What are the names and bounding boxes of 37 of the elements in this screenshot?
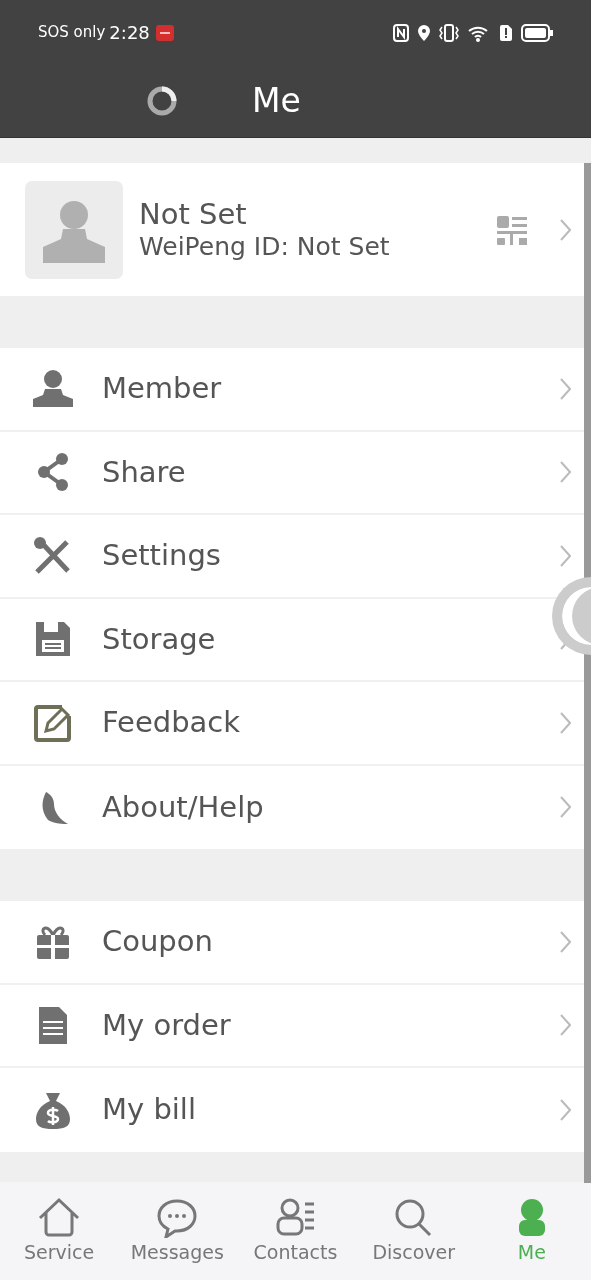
chevron-right-icon bbox=[559, 1097, 571, 1122]
person-icon bbox=[32, 367, 74, 410]
menu-item[interactable]: Settings bbox=[0, 515, 584, 599]
menu-item[interactable]: Coupon bbox=[0, 901, 584, 985]
chevron-right-icon bbox=[559, 929, 571, 954]
profile-id: WeiPeng ID: Not Set bbox=[139, 231, 391, 262]
chevron-right-icon bbox=[559, 376, 571, 401]
profile-name: Not Set bbox=[139, 197, 248, 232]
qr-code-icon bbox=[497, 213, 529, 246]
menu-item[interactable]: My bill bbox=[0, 1068, 584, 1152]
chevron-right-icon bbox=[559, 710, 571, 735]
tab[interactable]: Discover bbox=[354, 1195, 473, 1267]
carrier-text: SOS only bbox=[38, 22, 106, 44]
profile-row[interactable]: Not Set WeiPeng ID: Not Set bbox=[0, 163, 584, 296]
tab[interactable]: Contacts bbox=[236, 1195, 355, 1267]
sim-alert-icon bbox=[499, 23, 513, 42]
vibrate-icon bbox=[439, 22, 459, 43]
tab[interactable]: Service bbox=[0, 1195, 119, 1267]
page-title: Me bbox=[252, 80, 301, 123]
menu-item[interactable]: Feedback bbox=[0, 682, 584, 766]
chevron-right-icon bbox=[559, 460, 571, 485]
loading-spinner-icon bbox=[146, 85, 178, 117]
chevron-right-icon bbox=[559, 217, 571, 242]
battery-icon bbox=[521, 23, 553, 42]
menu-item[interactable]: About/Help bbox=[0, 765, 584, 849]
chevron-right-icon bbox=[559, 543, 571, 568]
chevron-right-icon bbox=[559, 795, 571, 820]
menu-item[interactable]: My order bbox=[0, 984, 584, 1068]
menu-item[interactable]: Storage bbox=[0, 598, 584, 682]
nfc-icon bbox=[393, 23, 409, 42]
menu-item[interactable]: Member bbox=[0, 348, 584, 432]
tab[interactable]: Messages bbox=[118, 1195, 237, 1267]
location-icon bbox=[417, 23, 431, 42]
app-notification-icon bbox=[155, 24, 174, 41]
chevron-right-icon bbox=[559, 1013, 571, 1038]
clock-time: 2:28 bbox=[109, 21, 150, 45]
menu-item[interactable]: Share bbox=[0, 431, 584, 515]
